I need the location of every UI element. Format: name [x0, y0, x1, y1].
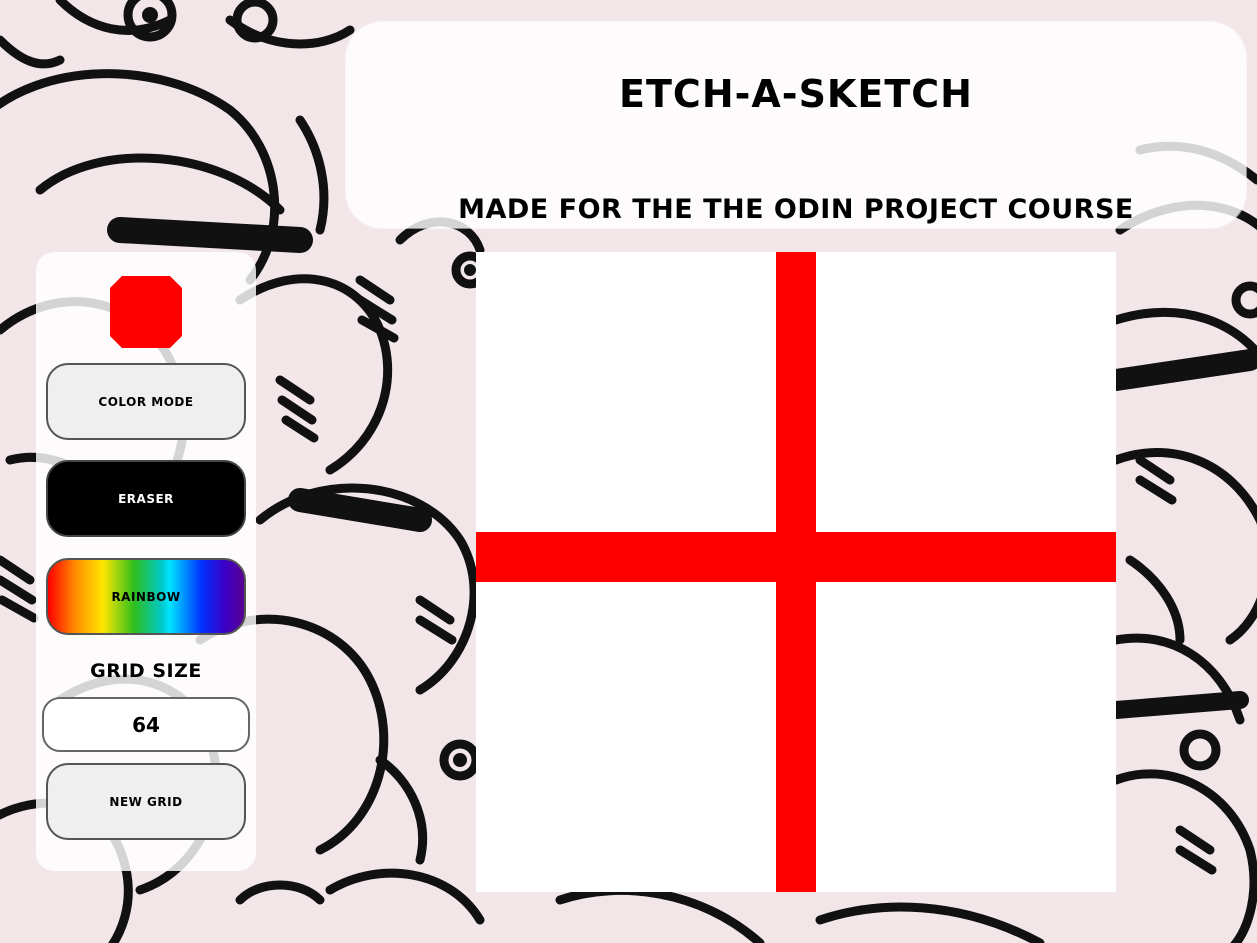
eraser-button-label: Eraser [118, 491, 174, 506]
grid-size-label: Grid Size [90, 660, 202, 682]
painted-stroke-horizontal [476, 532, 1116, 582]
page-subtitle: Made for the The Odin Project course [458, 194, 1134, 225]
color-mode-button[interactable]: Color Mode [46, 363, 246, 440]
controls-sidebar: Color Mode Eraser Rainbow Grid Size New … [36, 252, 256, 871]
rainbow-button[interactable]: Rainbow [46, 558, 246, 635]
new-grid-button[interactable]: New Grid [46, 763, 246, 840]
rainbow-button-label: Rainbow [111, 589, 181, 604]
sketch-grid[interactable] [476, 252, 1116, 892]
grid-size-input[interactable] [42, 697, 250, 752]
page-title: Etch-A-Sketch [619, 72, 973, 116]
color-picker-swatch[interactable] [110, 276, 182, 348]
eraser-button[interactable]: Eraser [46, 460, 246, 537]
header-panel: Etch-A-Sketch Made for the The Odin Proj… [346, 22, 1246, 228]
color-mode-button-label: Color Mode [98, 394, 194, 409]
new-grid-button-label: New Grid [109, 794, 183, 809]
